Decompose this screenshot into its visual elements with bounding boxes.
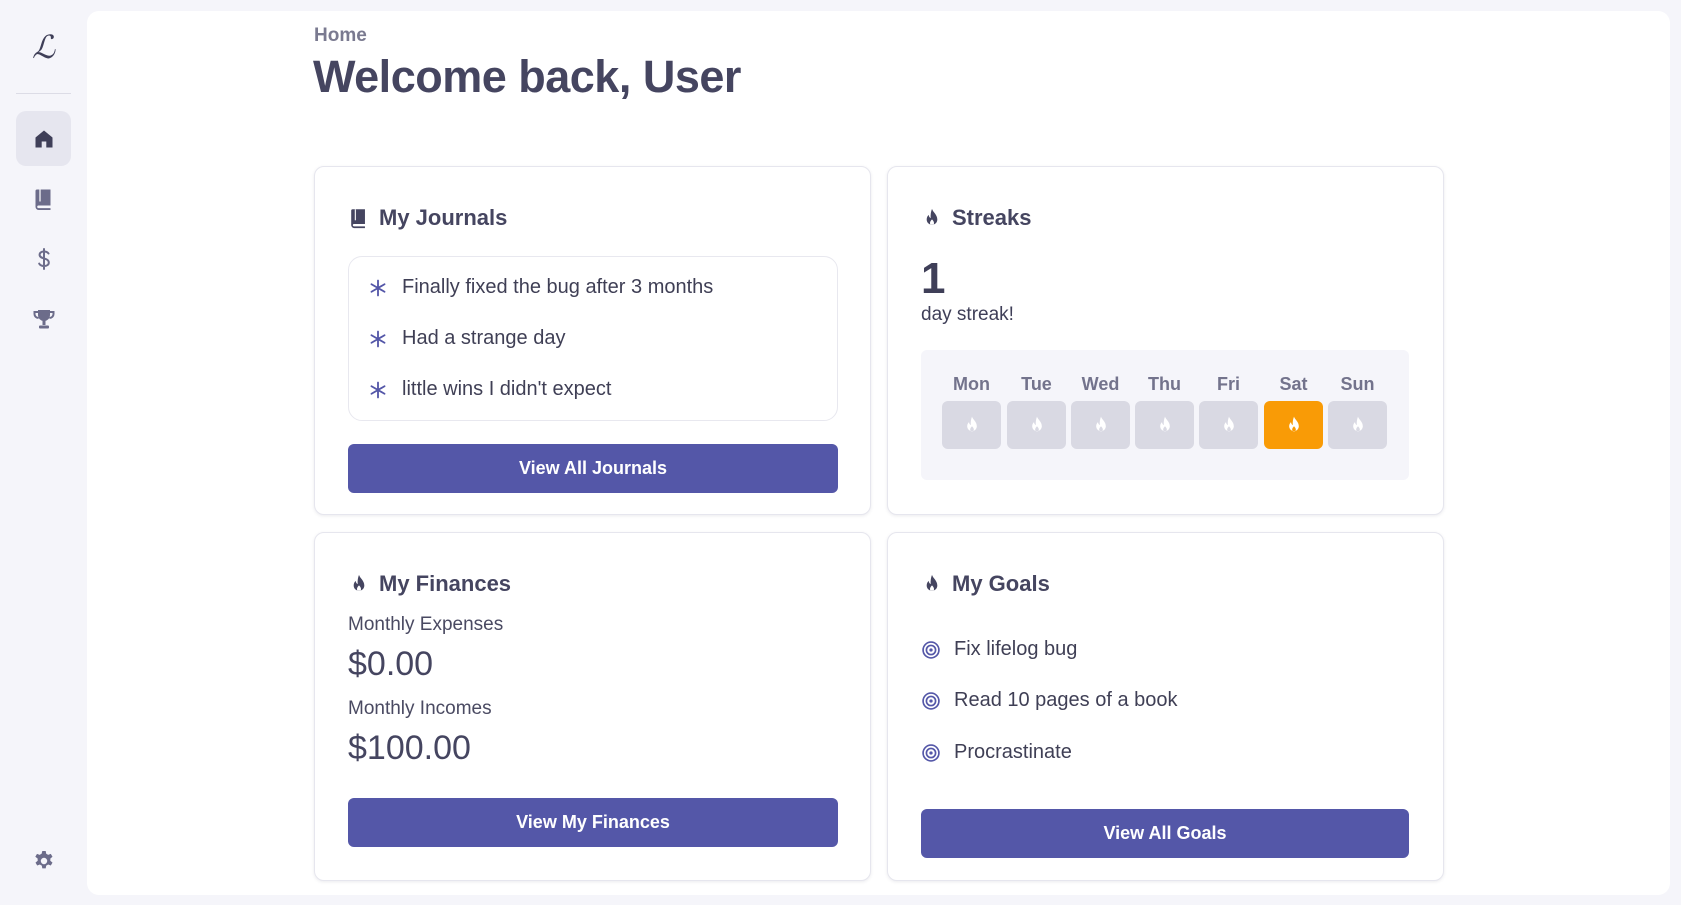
day-box [1007,401,1066,449]
sidebar-item-goals[interactable] [16,291,71,346]
main-panel: Home Welcome back, User My Journals Fina… [87,11,1670,895]
fire-icon [1288,416,1299,432]
goals-title-text: My Goals [952,571,1050,596]
streak-week: Mon Tue Wed Thu Fri Sat Sun [921,350,1409,480]
day-name: Sun [1340,374,1375,394]
sidebar-item-journals[interactable] [16,171,71,226]
target-icon [922,743,940,762]
fire-icon [353,574,365,592]
list-item[interactable]: Had a strange day [368,327,565,350]
day-box [1328,401,1387,449]
list-item[interactable]: Fix lifelog bug [921,638,1077,661]
finances-card-title: My Finances [348,571,511,597]
journal-entry-title: little wins I didn't expect [402,378,612,400]
day-box [1135,401,1194,449]
list-item[interactable]: Finally fixed the bug after 3 months [368,276,713,299]
streak-day-wed: Wed [1071,374,1130,449]
fire-icon [1031,416,1042,432]
incomes-label: Monthly Incomes [348,698,492,719]
goal-title: Procrastinate [954,741,1072,763]
finances-title-text: My Finances [379,571,512,596]
finances-card: My Finances Monthly Expenses $0.00 Month… [314,532,871,881]
target-icon [922,640,940,659]
fire-icon [1352,416,1363,432]
streak-day-sat: Sat [1264,374,1323,449]
day-name: Thu [1148,374,1181,394]
streaks-card-title: Streaks [921,205,1032,231]
sidebar-item-finances[interactable] [16,231,71,286]
day-name: Fri [1216,374,1240,394]
fire-icon [1159,416,1170,432]
day-box-active [1264,401,1323,449]
streak-day-fri: Fri [1199,374,1258,449]
target-icon [922,691,940,710]
fire-icon [1223,416,1234,432]
streaks-title-text: Streaks [952,205,1032,230]
sidebar-divider [16,93,71,94]
fire-icon [966,416,977,432]
list-item[interactable]: little wins I didn't expect [368,378,611,401]
app-logo[interactable]: ℒ [0,28,87,66]
list-item[interactable]: Procrastinate [921,741,1072,764]
fire-icon [926,208,938,226]
fire-icon [1095,416,1106,432]
dollar-icon [37,247,50,270]
goal-title: Fix lifelog bug [954,638,1078,660]
breadcrumb[interactable]: Home [314,25,367,47]
goals-card: My Goals Fix lifelog bug Read 10 pages o… [887,532,1444,881]
goal-title: Read 10 pages of a book [954,689,1178,711]
sidebar-item-home[interactable] [16,111,71,166]
journal-list: Finally fixed the bug after 3 months Had… [348,256,838,421]
streaks-card: Streaks 1 day streak! Mon Tue Wed Thu Fr… [887,166,1444,515]
list-item[interactable]: Read 10 pages of a book [921,689,1178,712]
journal-entry-title: Had a strange day [402,327,566,349]
home-icon [35,130,52,147]
streak-day-thu: Thu [1135,374,1194,449]
streak-count: 1 [921,254,946,303]
journals-card-title: My Journals [348,205,507,231]
asterisk-icon [370,330,386,347]
day-name: Tue [1021,374,1052,394]
day-name: Wed [1081,374,1120,394]
page-title: Welcome back, User [313,51,741,102]
incomes-value: $100.00 [348,729,471,767]
book-icon [34,189,50,210]
day-box [1199,401,1258,449]
gear-icon [34,850,52,868]
journals-card: My Journals Finally fixed the bug after … [314,166,871,515]
day-box [1071,401,1130,449]
streak-label: day streak! [921,304,1014,325]
journal-entry-title: Finally fixed the bug after 3 months [402,276,714,298]
journals-title-text: My Journals [379,205,508,230]
book-icon [351,209,365,229]
streak-day-tue: Tue [1007,374,1066,449]
streak-day-sun: Sun [1328,374,1387,449]
view-all-goals-button[interactable]: View All Goals [921,809,1409,858]
sidebar: ℒ [0,0,87,905]
fire-icon [926,574,938,592]
expenses-value: $0.00 [348,645,434,683]
asterisk-icon [370,381,386,398]
settings-button[interactable] [16,833,71,888]
streak-day-mon: Mon [942,374,1001,449]
view-my-finances-button[interactable]: View My Finances [348,798,838,847]
view-all-journals-button[interactable]: View All Journals [348,444,838,493]
day-box [942,401,1001,449]
day-name: Sat [1279,374,1308,394]
goals-card-title: My Goals [921,571,1050,597]
asterisk-icon [370,279,386,296]
trophy-icon [33,309,54,328]
day-name: Mon [953,374,990,394]
expenses-label: Monthly Expenses [348,614,504,635]
